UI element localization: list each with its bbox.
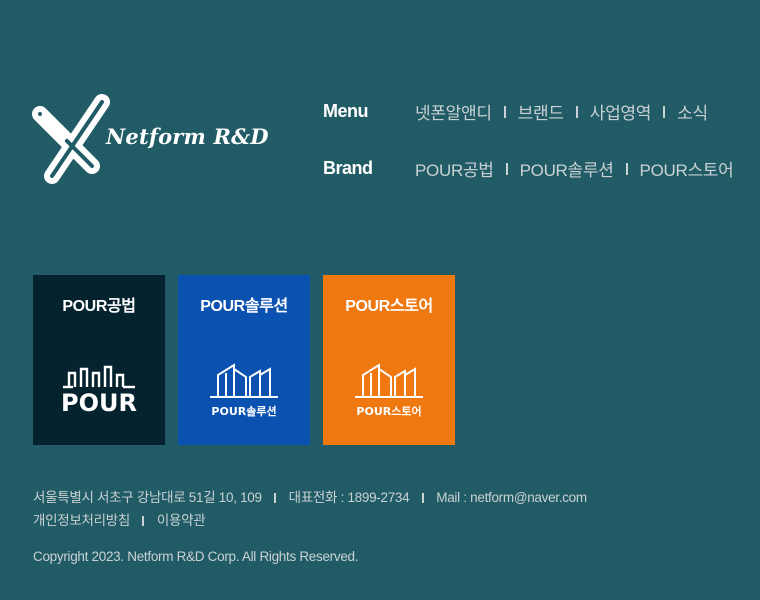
pour-building-logo-icon: POUR [61, 365, 137, 417]
footer-mail: Mail : netform@naver.com [436, 490, 587, 505]
pour-solution-building-icon: POUR솔루션 [210, 363, 278, 418]
menu-item-business[interactable]: 사업영역 [590, 99, 652, 124]
brand-item-pour-method[interactable]: POUR공법 [415, 156, 494, 181]
card-logo-text: POUR솔루션 [211, 405, 276, 418]
brand-item-pour-store[interactable]: POUR스토어 [640, 156, 734, 181]
card-title: POUR공법 [62, 298, 136, 315]
menu-nav: Menu 넷폰알앤디 브랜드 사업영역 소식 [323, 99, 708, 124]
card-logo-text: POUR [61, 389, 137, 417]
brand-nav: Brand POUR공법 POUR솔루션 POUR스토어 [323, 156, 734, 181]
nav-separator [663, 105, 666, 118]
menu-item-company[interactable]: 넷폰알앤디 [415, 99, 492, 124]
card-pour-store[interactable]: POUR스토어 POUR스토어 [323, 275, 455, 445]
nav-separator [575, 105, 578, 118]
menu-item-news[interactable]: 소식 [677, 99, 708, 124]
pour-store-building-icon: POUR스토어 [355, 363, 423, 418]
logo-text: Netform R&D [106, 124, 269, 149]
nav-separator [625, 162, 628, 175]
footer-address: 서울특별시 서초구 강남대로 51길 10, 109 [33, 490, 262, 505]
footer-separator [421, 493, 424, 504]
netform-logo[interactable]: Netform R&D [30, 92, 269, 188]
footer-contact: 서울특별시 서초구 강남대로 51길 10, 109 대표전화 : 1899-2… [33, 486, 587, 506]
footer-links: 개인정보처리방침 이용약관 [33, 509, 206, 529]
footer-separator [142, 516, 145, 527]
footer-phone: 대표전화 : 1899-2734 [288, 490, 410, 505]
footer-separator [274, 493, 277, 504]
menu-item-brand[interactable]: 브랜드 [518, 99, 564, 124]
privacy-policy-link[interactable]: 개인정보처리방침 [33, 513, 130, 528]
terms-link[interactable]: 이용약관 [157, 513, 206, 528]
card-logo-text: POUR스토어 [356, 404, 421, 418]
nav-separator [505, 162, 508, 175]
copyright: Copyright 2023. Netform R&D Corp. All Ri… [33, 549, 359, 564]
brand-cards: POUR공법 POUR POUR솔루션 POUR솔루션 POUR스토어 POUR… [33, 275, 455, 445]
card-pour-method[interactable]: POUR공법 POUR [33, 275, 165, 445]
card-title: POUR스토어 [345, 298, 433, 315]
nav-separator [503, 105, 506, 118]
card-pour-solution[interactable]: POUR솔루션 POUR솔루션 [178, 275, 310, 445]
menu-heading: Menu [323, 101, 369, 121]
card-title: POUR솔루션 [200, 298, 288, 315]
brand-heading: Brand [323, 158, 373, 178]
brand-item-pour-solution[interactable]: POUR솔루션 [520, 156, 614, 181]
